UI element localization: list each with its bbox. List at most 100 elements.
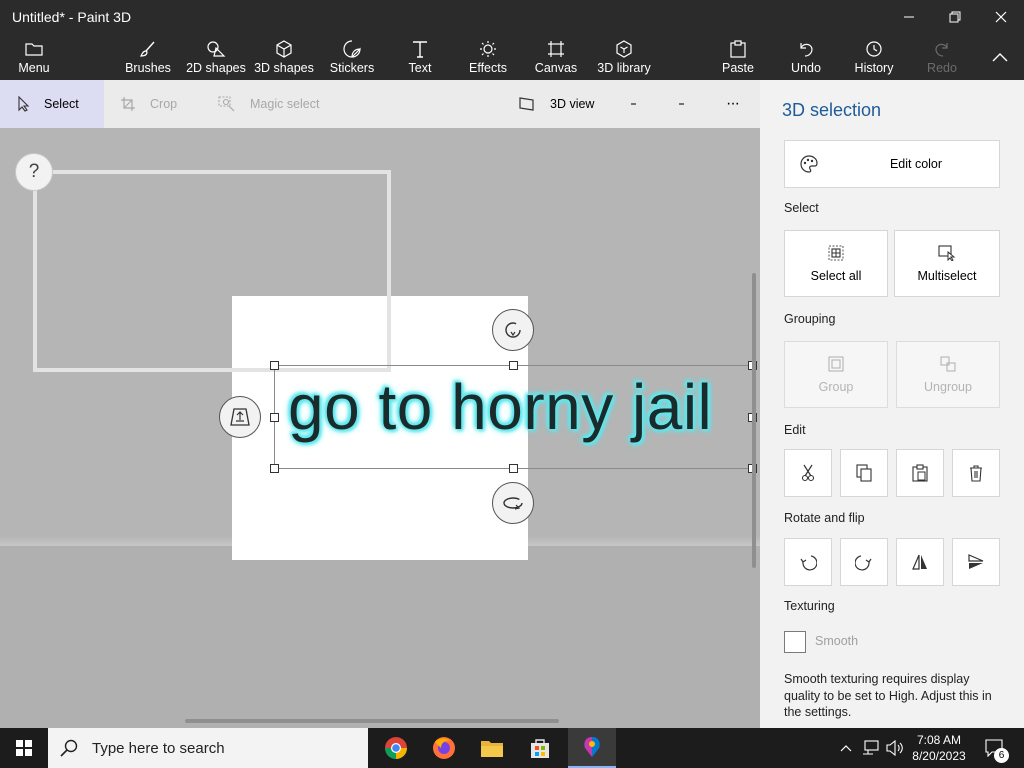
3d-view-label: 3D view [550,97,595,111]
cut-button[interactable] [784,449,832,497]
2d-shapes-label: 2D shapes [186,61,246,75]
plus-icon [679,103,684,105]
search-icon [60,739,78,757]
magic-select-tool[interactable]: Magic select [218,80,338,128]
brushes-label: Brushes [125,61,171,75]
resize-handle-bottom-left[interactable] [270,464,279,473]
undo-button[interactable]: Undo [788,34,824,80]
sticker-icon [343,40,361,58]
rotate-right-button[interactable] [840,538,888,586]
collapse-toolbar-button[interactable] [986,34,1014,80]
volume-button[interactable] [884,728,906,768]
history-button[interactable]: History [852,34,896,80]
copy-button[interactable] [840,449,888,497]
title-bar: Untitled* - Paint 3D [0,0,1024,34]
group-button[interactable]: Group [784,341,888,408]
smooth-texturing-note: Smooth texturing requires display qualit… [784,672,992,719]
canvas-workspace[interactable]: ? go to horny jail [0,128,760,728]
rotate-section-label: Rotate and flip [784,511,865,525]
chevron-up-icon [992,53,1008,62]
brushes-tool[interactable]: Brushes [124,34,172,80]
zoom-out-button[interactable] [630,80,650,128]
text-tool[interactable]: Text [402,34,438,80]
rotate-left-button[interactable] [784,538,832,586]
menu-button[interactable]: Menu [14,34,54,80]
rotate-y-handle[interactable] [492,482,534,524]
multiselect-icon [938,244,956,261]
paste-button[interactable]: Paste [720,34,756,80]
history-label: History [854,61,894,75]
network-icon [863,740,879,755]
taskbar-clock[interactable]: 7:08 AM 8/20/2023 [908,732,970,764]
close-icon [995,11,1007,23]
windows-logo-icon [16,740,32,756]
3d-view-toggle[interactable]: 3D view [518,80,608,128]
flip-vertical-button[interactable] [952,538,1000,586]
select-tool[interactable]: Select [0,80,104,128]
stickers-tool[interactable]: Stickers [328,34,376,80]
canvas-label: Canvas [534,61,578,75]
select-all-label: Select all [810,268,862,283]
vertical-scrollbar[interactable] [752,273,756,568]
trash-icon [970,465,982,482]
flip-horizontal-button[interactable] [896,538,944,586]
chevron-up-icon [840,745,852,752]
menu-label: Menu [18,61,50,75]
multiselect-button[interactable]: Multiselect [894,230,1000,297]
restore-button[interactable] [932,0,978,34]
store-icon [531,739,549,758]
properties-panel: 3D selection Edit color Select Select al… [760,80,1024,728]
zoom-in-button[interactable] [678,80,698,128]
taskbar-firefox[interactable] [420,728,468,768]
effects-tool[interactable]: Effects [466,34,510,80]
view-frame [33,170,391,372]
z-depth-icon [230,408,250,426]
start-button[interactable] [0,728,48,768]
resize-handle-top-left[interactable] [270,361,279,370]
minus-icon [631,103,636,105]
2d-shapes-tool[interactable]: 2D shapes [186,34,246,80]
ungroup-label: Ungroup [924,379,972,394]
select-section-label: Select [784,201,819,215]
3d-library-label: 3D library [597,61,651,75]
sun-icon [480,41,496,57]
delete-button[interactable] [952,449,1000,497]
close-button[interactable] [978,0,1024,34]
firefox-icon [433,737,455,759]
resize-handle-top[interactable] [509,361,518,370]
window-title: Untitled* - Paint 3D [12,9,132,25]
selected-3d-text[interactable]: go to horny jail [288,370,712,444]
canvas-tool[interactable]: Canvas [534,34,578,80]
taskbar-store[interactable] [516,728,564,768]
select-all-button[interactable]: Select all [784,230,888,297]
chrome-icon [385,737,407,759]
minimize-button[interactable] [886,0,932,34]
help-button[interactable]: ? [15,153,53,191]
taskbar-file-explorer[interactable] [468,728,516,768]
notifications-button[interactable]: 6 [980,728,1010,768]
rotate-x-handle[interactable] [492,309,534,351]
resize-handle-bottom[interactable] [509,464,518,473]
resize-handle-left[interactable] [270,413,279,422]
3d-shapes-tool[interactable]: 3D shapes [254,34,314,80]
network-button[interactable] [860,728,882,768]
taskbar-search-box[interactable]: Type here to search [48,728,368,768]
edit-color-button[interactable]: Edit color [784,140,1000,188]
redo-button[interactable]: Redo [924,34,960,80]
floor-plane [0,546,760,728]
brush-icon [140,41,155,57]
3d-library-tool[interactable]: 3D library [596,34,652,80]
paste-panel-button[interactable] [896,449,944,497]
more-options-button[interactable]: ··· [726,80,750,128]
edit-color-label: Edit color [889,157,943,171]
show-hidden-icons-button[interactable] [836,728,856,768]
more-options-icon: ··· [726,95,740,112]
horizontal-scrollbar[interactable] [185,719,559,723]
smooth-checkbox[interactable] [784,631,806,653]
texturing-section-label: Texturing [784,599,835,613]
crop-tool[interactable]: Crop [120,80,200,128]
z-depth-handle[interactable] [219,396,261,438]
taskbar-paint-3d[interactable] [568,728,616,768]
taskbar-chrome[interactable] [372,728,420,768]
ungroup-button[interactable]: Ungroup [896,341,1000,408]
